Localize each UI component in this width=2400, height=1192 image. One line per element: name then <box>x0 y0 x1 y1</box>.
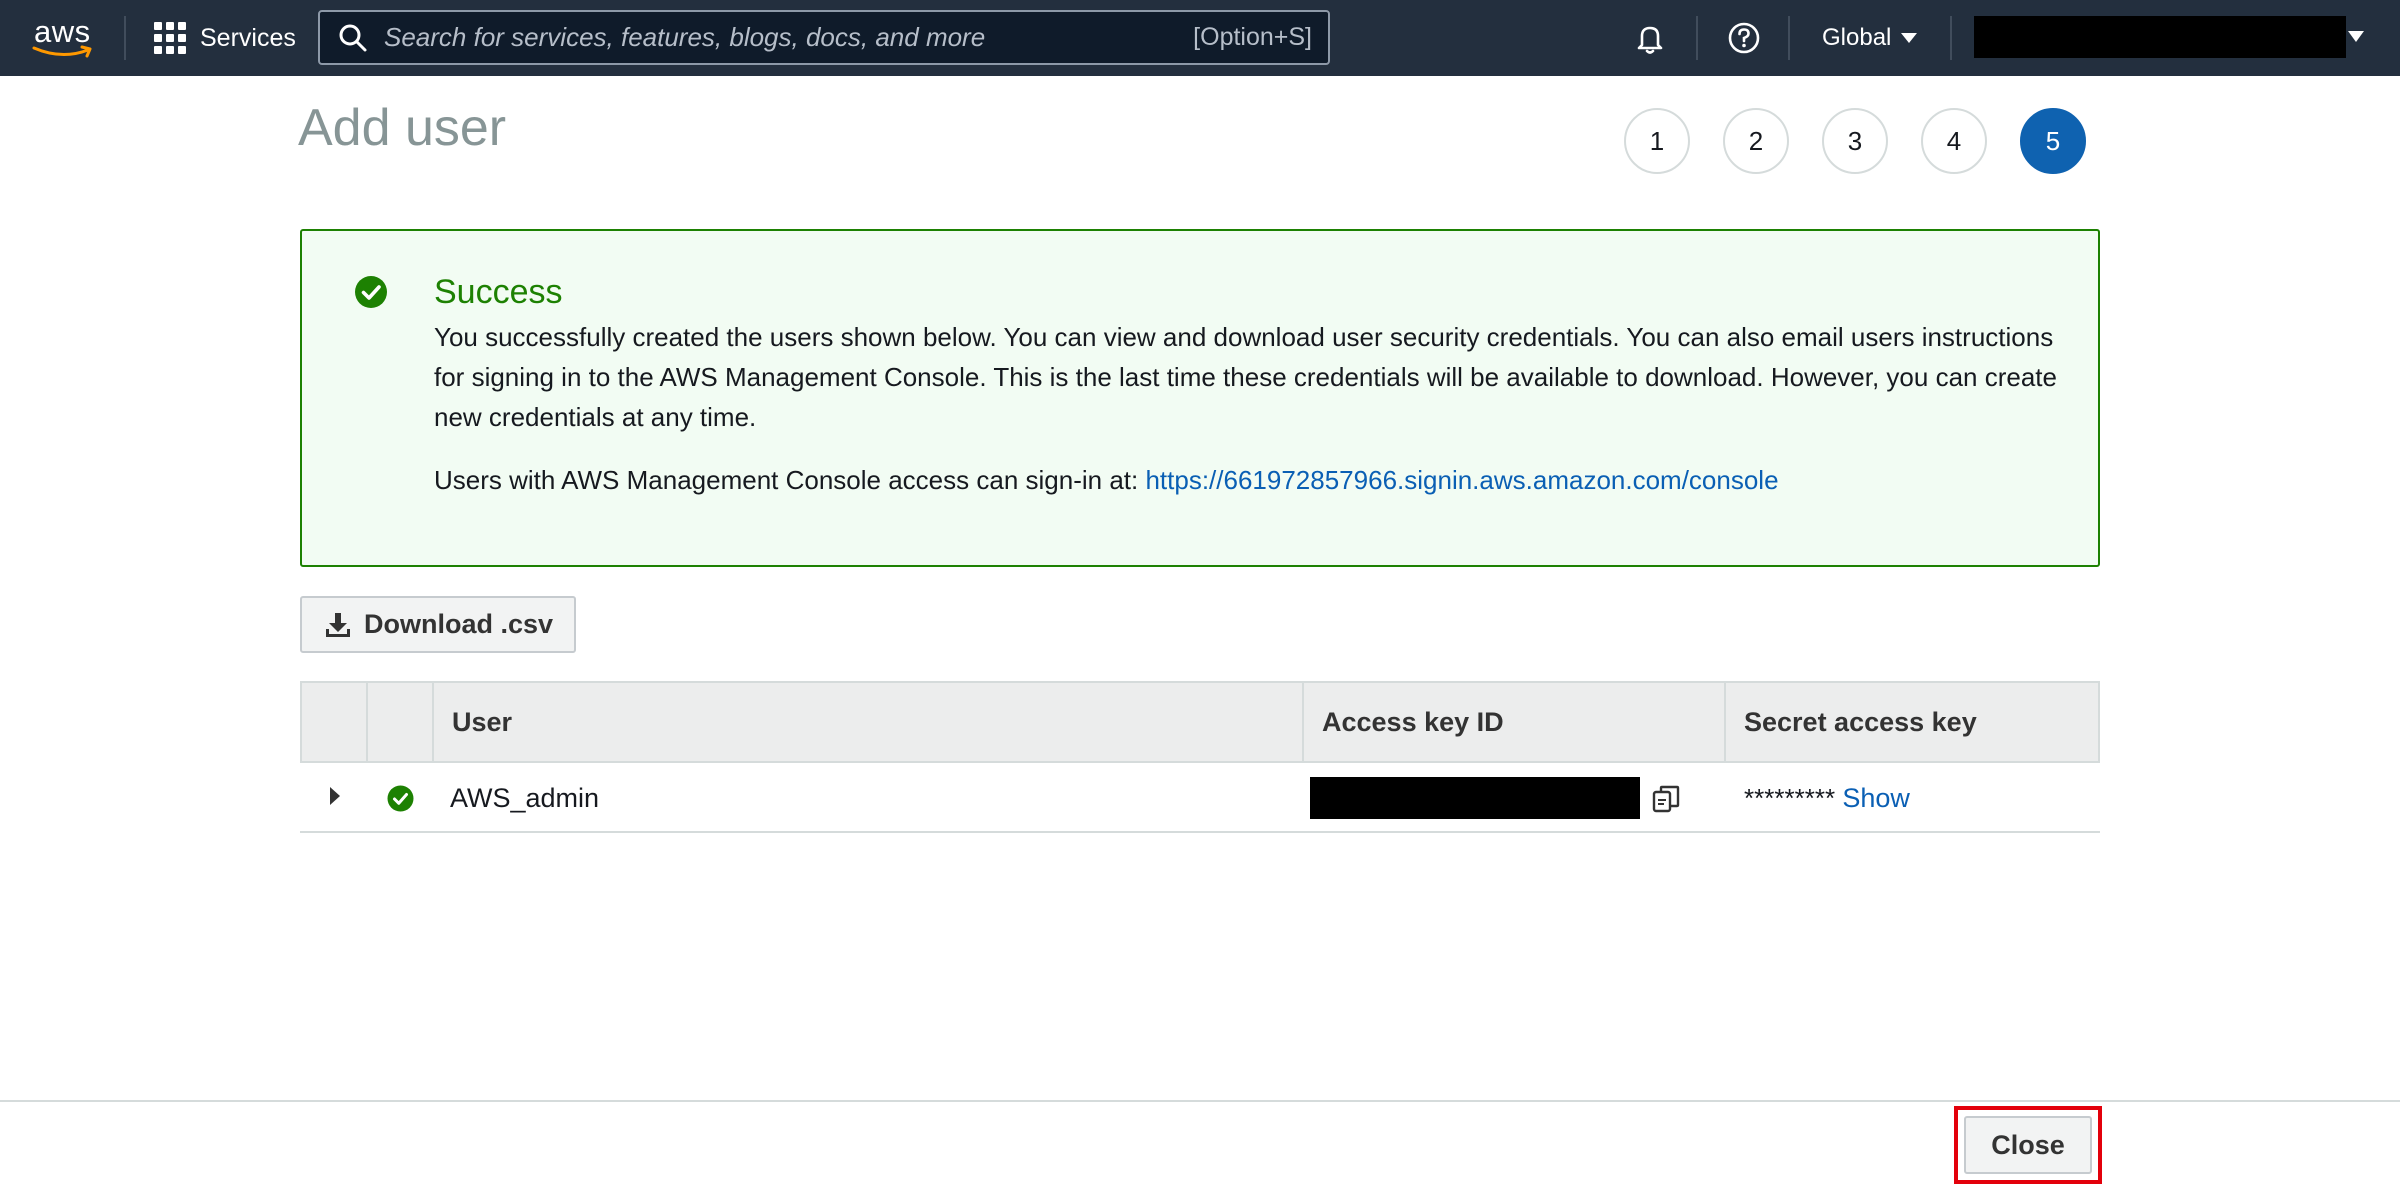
nav-separator <box>124 16 126 60</box>
alert-title: Success <box>434 273 563 311</box>
wizard-step-3: 3 <box>1822 108 1888 174</box>
download-csv-button[interactable]: Download .csv <box>300 596 576 653</box>
region-selector[interactable]: Global <box>1822 22 1918 54</box>
copy-icon[interactable] <box>1650 783 1682 815</box>
search-input[interactable] <box>384 22 1194 53</box>
top-navigation-bar: aws Services [Option+S] Global <box>0 0 2400 76</box>
success-alert: Success You successfully created the use… <box>300 229 2100 567</box>
expand-row-icon[interactable] <box>330 787 340 805</box>
notifications-bell-icon[interactable] <box>1632 20 1668 56</box>
header-access-key-id[interactable]: Access key ID <box>1302 683 1724 761</box>
alert-body: You successfully created the users shown… <box>434 322 2057 432</box>
search-icon <box>339 24 367 51</box>
header-user[interactable]: User <box>432 683 1302 761</box>
wizard-step-4: 4 <box>1921 108 1987 174</box>
search-shortcut-hint: [Option+S] <box>1193 23 1312 51</box>
users-credentials-table: User Access key ID Secret access key AWS… <box>300 681 2100 833</box>
page-title: Add user <box>298 99 507 157</box>
secret-access-key-cell: ********* Show <box>1744 783 1910 814</box>
table-row: AWS_admin ********* Show <box>300 763 2100 833</box>
table-header-row: User Access key ID Secret access key <box>300 681 2100 763</box>
account-caret-down-icon[interactable] <box>2348 31 2364 42</box>
aws-smile-icon <box>32 45 92 58</box>
download-icon <box>326 612 350 637</box>
wizard-steps: 1 2 3 4 5 <box>1624 108 2086 174</box>
nav-separator <box>1788 16 1790 60</box>
signin-prefix: Users with AWS Management Console access… <box>434 465 1146 495</box>
access-key-id-redacted <box>1310 777 1640 819</box>
signin-url-link[interactable]: https://661972857966.signin.aws.amazon.c… <box>1145 465 1778 495</box>
user-name-cell: AWS_admin <box>450 783 600 813</box>
services-menu-button[interactable]: Services <box>154 20 296 56</box>
wizard-step-1: 1 <box>1624 108 1690 174</box>
wizard-step-5-active: 5 <box>2020 108 2086 174</box>
show-secret-link[interactable]: Show <box>1842 783 1910 813</box>
services-label: Services <box>200 23 296 52</box>
account-menu-redacted[interactable] <box>1974 16 2346 58</box>
success-check-icon <box>355 276 387 308</box>
header-status-column <box>366 683 432 761</box>
grid-icon <box>154 22 186 54</box>
success-check-icon <box>387 785 414 812</box>
nav-separator <box>1950 16 1952 60</box>
header-secret-access-key[interactable]: Secret access key <box>1724 683 2098 761</box>
caret-down-icon <box>1901 33 1918 43</box>
signin-info: Users with AWS Management Console access… <box>434 465 1779 496</box>
aws-logo[interactable]: aws <box>30 14 96 62</box>
help-icon[interactable] <box>1726 20 1762 56</box>
search-bar[interactable]: [Option+S] <box>318 10 1330 65</box>
header-expand-column <box>302 683 366 761</box>
wizard-step-2: 2 <box>1723 108 1789 174</box>
close-button[interactable]: Close <box>1964 1116 2092 1174</box>
region-label: Global <box>1822 24 1892 51</box>
nav-separator <box>1696 16 1698 60</box>
download-csv-label: Download .csv <box>364 609 554 639</box>
secret-masked-value: ********* <box>1744 783 1836 813</box>
